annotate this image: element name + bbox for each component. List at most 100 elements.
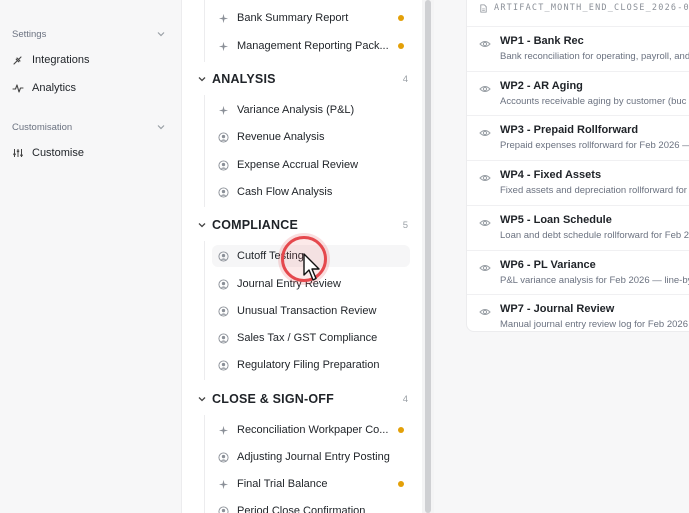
left-navigation: Settings Integrations Analytics Customis… bbox=[0, 0, 182, 513]
eye-icon[interactable] bbox=[479, 83, 491, 95]
chevron-down-icon bbox=[198, 397, 206, 402]
eye-icon[interactable] bbox=[479, 172, 491, 184]
eye-icon[interactable] bbox=[479, 38, 491, 50]
tree-item[interactable]: Reconciliation Workpaper Co... bbox=[212, 419, 410, 441]
file-icon bbox=[480, 3, 487, 13]
tree-item-label: Variance Analysis (P&L) bbox=[237, 104, 355, 116]
workpaper-description: Loan and debt schedule rollforward for F… bbox=[500, 230, 689, 241]
eye-icon[interactable] bbox=[479, 127, 491, 139]
artifact-header: ARTIFACT_MONTH_END_CLOSE_2026-0 bbox=[479, 1, 689, 15]
nav-item-integrations[interactable]: Integrations bbox=[12, 49, 171, 71]
tree-item-label: Journal Entry Review bbox=[237, 278, 341, 290]
tree-guide-line bbox=[204, 241, 205, 380]
status-dot bbox=[398, 481, 404, 487]
tree-item[interactable]: Regulatory Filing Preparation bbox=[212, 354, 410, 376]
customisation-section-label: Customisation bbox=[12, 121, 73, 133]
person-icon bbox=[218, 131, 229, 143]
tree-item[interactable]: Management Reporting Pack... bbox=[212, 35, 410, 57]
tree-item-label: Unusual Transaction Review bbox=[237, 305, 377, 317]
status-dot bbox=[398, 15, 404, 21]
tree-guide-line bbox=[204, 415, 205, 513]
tree-item[interactable]: Variance Analysis (P&L) bbox=[212, 99, 410, 121]
activity-icon bbox=[12, 84, 24, 93]
artifact-title: ARTIFACT_MONTH_END_CLOSE_2026-0 bbox=[494, 3, 689, 13]
mouse-pointer-icon bbox=[303, 253, 320, 281]
tree-item[interactable]: Final Trial Balance bbox=[212, 473, 410, 495]
tree-item[interactable]: Revenue Analysis bbox=[212, 126, 410, 148]
group-header-compliance[interactable]: COMPLIANCE 5 bbox=[196, 215, 408, 235]
workpaper-row[interactable]: WP1 - Bank Rec Bank reconciliation for o… bbox=[467, 26, 689, 70]
eye-icon[interactable] bbox=[479, 217, 491, 229]
tree-item[interactable]: Expense Accrual Review bbox=[212, 154, 410, 176]
tree-item[interactable]: Bank Summary Report bbox=[212, 7, 410, 29]
workpaper-title: WP2 - AR Aging bbox=[500, 80, 583, 92]
workpaper-description: Accounts receivable aging by customer (b… bbox=[500, 96, 687, 107]
person-icon bbox=[218, 305, 229, 317]
artifact-panel: ARTIFACT_MONTH_END_CLOSE_2026-0 WP1 - Ba… bbox=[434, 0, 689, 513]
workpaper-description: Fixed assets and depreciation rollforwar… bbox=[500, 185, 687, 196]
tree-item-label: Final Trial Balance bbox=[237, 478, 328, 490]
customisation-section-header[interactable]: Customisation bbox=[12, 119, 167, 135]
group-title: CLOSE & SIGN-OFF bbox=[212, 392, 334, 406]
group-count: 4 bbox=[402, 73, 408, 85]
workpaper-title: WP4 - Fixed Assets bbox=[500, 169, 602, 181]
workpaper-row[interactable]: WP5 - Loan Schedule Loan and debt schedu… bbox=[467, 205, 689, 249]
nav-item-analytics-label: Analytics bbox=[32, 82, 77, 94]
person-icon bbox=[218, 359, 229, 371]
workpaper-row[interactable]: WP3 - Prepaid Rollforward Prepaid expens… bbox=[467, 115, 689, 159]
nav-item-customise-label: Customise bbox=[32, 147, 84, 159]
workpaper-title: WP3 - Prepaid Rollforward bbox=[500, 124, 639, 136]
tree-item-label: Management Reporting Pack... bbox=[237, 40, 389, 52]
sparkle-icon bbox=[218, 425, 229, 435]
tree-item-label: Revenue Analysis bbox=[237, 131, 325, 143]
tree-item[interactable]: Unusual Transaction Review bbox=[212, 300, 410, 322]
chevron-down-icon bbox=[198, 77, 206, 82]
chevron-down-icon bbox=[198, 223, 206, 228]
tree-item[interactable]: Cash Flow Analysis bbox=[212, 181, 410, 203]
chevron-down-icon bbox=[157, 125, 165, 130]
workpaper-title: WP6 - PL Variance bbox=[500, 259, 596, 271]
sparkle-icon bbox=[218, 105, 229, 115]
group-count: 5 bbox=[402, 219, 408, 231]
settings-section-header[interactable]: Settings bbox=[12, 26, 167, 42]
tree-item[interactable]: Adjusting Journal Entry Posting bbox=[212, 446, 410, 468]
artifact-card: ARTIFACT_MONTH_END_CLOSE_2026-0 WP1 - Ba… bbox=[466, 0, 689, 332]
person-icon bbox=[218, 451, 229, 463]
eye-icon[interactable] bbox=[479, 262, 491, 274]
tree-item-label: Bank Summary Report bbox=[237, 12, 349, 24]
workpaper-row[interactable]: WP6 - PL Variance P&L variance analysis … bbox=[467, 250, 689, 294]
tree-item[interactable]: Sales Tax / GST Compliance bbox=[212, 327, 410, 349]
sparkle-icon bbox=[218, 479, 229, 489]
workpaper-row[interactable]: WP7 - Journal Review Manual journal entr… bbox=[467, 294, 689, 331]
workpaper-description: Prepaid expenses rollforward for Feb 202… bbox=[500, 140, 689, 151]
tree-item[interactable]: Period Close Confirmation bbox=[212, 500, 410, 513]
sparkle-icon bbox=[218, 41, 229, 51]
chevron-down-icon bbox=[157, 32, 165, 37]
person-icon bbox=[218, 332, 229, 344]
workpaper-row[interactable]: WP4 - Fixed Assets Fixed assets and depr… bbox=[467, 160, 689, 204]
nav-item-customise[interactable]: Customise bbox=[12, 142, 171, 164]
tree-item-label: Expense Accrual Review bbox=[237, 159, 359, 171]
group-count: 4 bbox=[402, 393, 408, 405]
eye-icon[interactable] bbox=[479, 306, 491, 318]
workpaper-title: WP7 - Journal Review bbox=[500, 303, 615, 315]
person-icon bbox=[218, 250, 229, 262]
person-icon bbox=[218, 505, 229, 513]
tree-item-label: Reconciliation Workpaper Co... bbox=[237, 424, 389, 436]
group-title: ANALYSIS bbox=[212, 72, 276, 86]
tree-scrollbar-thumb[interactable] bbox=[425, 0, 431, 513]
tree-item-label: Adjusting Journal Entry Posting bbox=[237, 451, 390, 463]
workpaper-title: WP1 - Bank Rec bbox=[500, 35, 584, 47]
workpaper-row[interactable]: WP2 - AR Aging Accounts receivable aging… bbox=[467, 71, 689, 115]
group-header-analysis[interactable]: ANALYSIS 4 bbox=[196, 69, 408, 89]
tree-guide-line bbox=[204, 0, 205, 62]
group-header-close-signoff[interactable]: CLOSE & SIGN-OFF 4 bbox=[196, 389, 408, 409]
tree-item-label: Sales Tax / GST Compliance bbox=[237, 332, 378, 344]
tree-item-label: Regulatory Filing Preparation bbox=[237, 359, 380, 371]
nav-item-integrations-label: Integrations bbox=[32, 54, 90, 66]
person-icon bbox=[218, 278, 229, 290]
settings-section-label: Settings bbox=[12, 28, 47, 40]
status-dot bbox=[398, 43, 404, 49]
plug-icon bbox=[13, 56, 22, 65]
nav-item-analytics[interactable]: Analytics bbox=[12, 77, 171, 99]
